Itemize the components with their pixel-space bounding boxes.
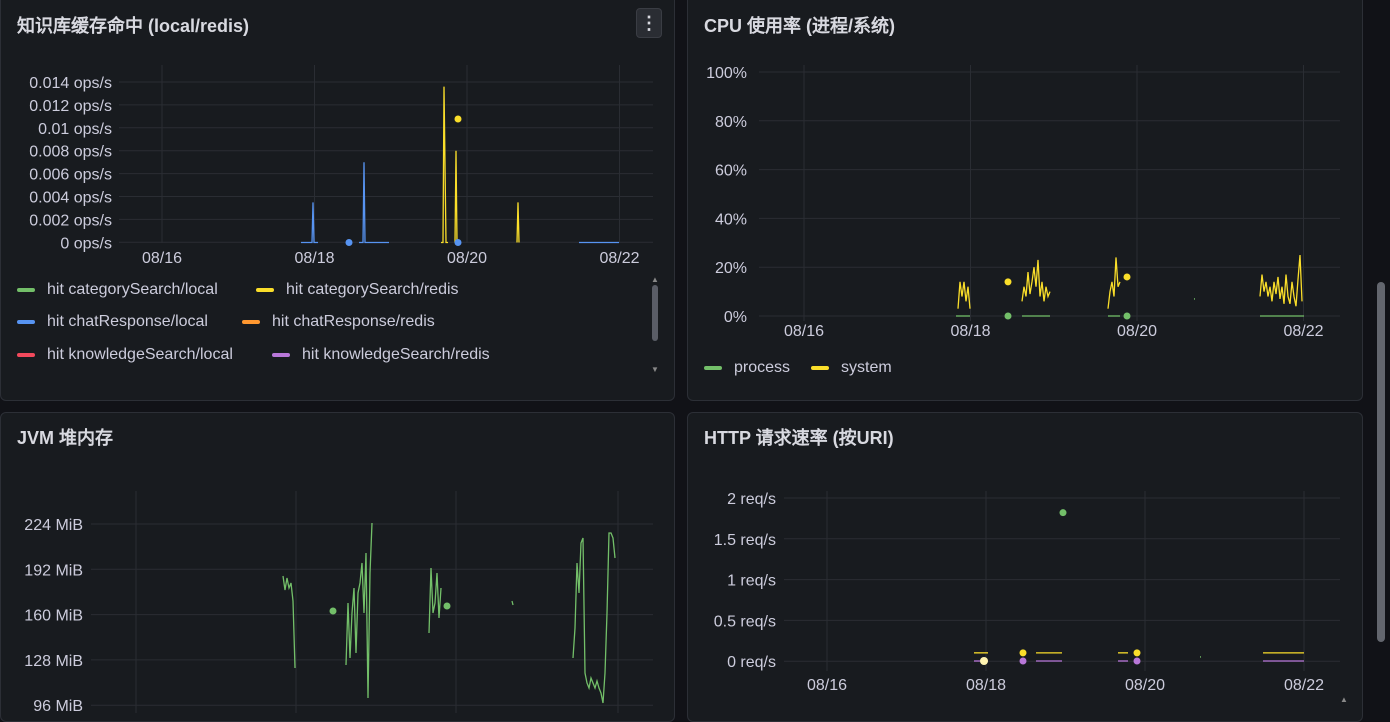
data-point: [1019, 649, 1027, 657]
data-point: [345, 239, 353, 246]
scroll-up-icon[interactable]: ▲: [1340, 695, 1348, 704]
scroll-thumb[interactable]: [652, 285, 658, 341]
y-tick-label: 0.006 ops/s: [29, 167, 112, 184]
page-scrollbar[interactable]: [1377, 282, 1385, 642]
series-line: [345, 522, 373, 699]
y-tick-label: 224 MiB: [24, 517, 83, 534]
y-tick-label: 0.5 req/s: [714, 613, 776, 630]
x-tick-label: 08/20: [1117, 323, 1157, 340]
y-tick-label: 1 req/s: [727, 573, 776, 590]
series-line: [428, 567, 442, 634]
series-line: [1107, 257, 1121, 309]
x-tick-label: 08/22: [1284, 677, 1324, 694]
series-line: [282, 575, 296, 669]
legend-label: process: [734, 359, 791, 376]
x-tick-label: 08/16: [142, 250, 182, 267]
legend-item[interactable]: hit chatResponse/local: [17, 313, 208, 331]
x-tick-label: 08/18: [950, 323, 990, 340]
y-tick-label: 0%: [724, 309, 747, 326]
legend-label: hit chatResponse/local: [47, 313, 208, 330]
legend-label: hit chatResponse/redis: [272, 313, 435, 330]
data-point: [1019, 657, 1027, 665]
series-line: [301, 202, 318, 244]
x-tick-label: 08/18: [966, 677, 1006, 694]
cpu-chart[interactable]: 100% 80% 60% 40% 20% 0% 08/16 08/18 08/20 08/22: [688, 53, 1363, 353]
panel-jvm-heap: JVM 堆内存 224 MiB 192 MiB 160 MiB 128 MiB 96 M…: [0, 412, 675, 722]
x-tick-label: 08/22: [1283, 323, 1323, 340]
data-point: [329, 607, 337, 615]
series-line: [516, 202, 520, 243]
y-tick-label: 0.01 ops/s: [38, 121, 112, 138]
y-tick-label: 0.012 ops/s: [29, 98, 112, 115]
y-tick-label: 0.004 ops/s: [29, 190, 112, 207]
series-line: [957, 281, 971, 309]
legend-label: hit categorySearch/redis: [286, 281, 459, 298]
legend-label: hit knowledgeSearch/redis: [302, 346, 490, 363]
cpu-legend: process system: [704, 359, 1104, 383]
series-line: [1259, 254, 1303, 307]
legend-label: hit categorySearch/local: [47, 281, 218, 298]
y-tick-label: 96 MiB: [33, 698, 83, 713]
x-tick-label: 08/16: [784, 323, 824, 340]
jvm-chart[interactable]: 224 MiB 192 MiB 160 MiB 128 MiB 96 MiB: [1, 413, 675, 713]
data-point: [1133, 649, 1141, 657]
data-point: [454, 239, 462, 246]
y-tick-label: 100%: [706, 65, 747, 82]
data-point: [980, 657, 988, 665]
x-tick-label: 08/16: [807, 677, 847, 694]
y-tick-label: 20%: [715, 260, 747, 277]
data-point: [454, 115, 462, 123]
y-tick-label: 0.014 ops/s: [29, 75, 112, 92]
x-tick-label: 08/18: [294, 250, 334, 267]
legend-item[interactable]: system: [811, 359, 892, 377]
legend-label: system: [841, 359, 892, 376]
x-tick-label: 08/20: [447, 250, 487, 267]
y-tick-label: 40%: [715, 211, 747, 228]
data-point: [1004, 278, 1012, 286]
y-tick-label: 2 req/s: [727, 491, 776, 508]
y-tick-label: 60%: [715, 163, 747, 180]
scroll-up-icon[interactable]: ▲: [651, 275, 659, 284]
x-tick-label: 08/20: [1125, 677, 1165, 694]
legend-item[interactable]: hit knowledgeSearch/local: [17, 346, 233, 364]
scroll-down-icon[interactable]: ▼: [651, 365, 659, 374]
data-point: [1059, 509, 1067, 517]
panel-title: CPU 使用率 (进程/系统): [704, 16, 895, 36]
y-tick-label: 80%: [715, 114, 747, 131]
data-point: [1133, 657, 1141, 665]
panel-cpu-usage: CPU 使用率 (进程/系统) 100% 80% 60% 40% 20% 0% 08/16 0…: [687, 0, 1363, 401]
panel-http-rate: HTTP 请求速率 (按URI) 2 req/s 1.5 req/s 1 req/s…: [687, 412, 1363, 722]
legend-scrollbar[interactable]: ▲ ▼: [651, 275, 659, 379]
series-line: [572, 532, 616, 704]
data-point: [1123, 273, 1131, 281]
series-line: [359, 162, 389, 244]
y-tick-label: 0 req/s: [727, 654, 776, 671]
y-tick-label: 128 MiB: [24, 653, 83, 670]
series-line: [511, 600, 514, 606]
legend-label: hit knowledgeSearch/local: [47, 346, 233, 363]
y-tick-label: 0 ops/s: [60, 235, 112, 252]
legend-item[interactable]: process: [704, 359, 790, 377]
legend-item[interactable]: hit categorySearch/redis: [256, 281, 459, 299]
panel-cache-hits: 知识库缓存命中 (local/redis) ⋮ 0.014 ops/s 0.012…: [0, 0, 675, 401]
http-chart[interactable]: 2 req/s 1.5 req/s 1 req/s 0.5 req/s 0 req/s 0…: [688, 413, 1363, 713]
cache-legend: hit categorySearch/local hit categorySea…: [17, 281, 647, 391]
y-tick-label: 192 MiB: [24, 562, 83, 579]
data-point: [1004, 312, 1012, 320]
y-tick-label: 1.5 req/s: [714, 532, 776, 549]
series-line: [1021, 259, 1051, 302]
legend-item[interactable]: hit chatResponse/redis: [242, 313, 435, 331]
x-tick-label: 08/22: [599, 250, 639, 267]
y-tick-label: 0.008 ops/s: [29, 144, 112, 161]
y-tick-label: 0.002 ops/s: [29, 212, 112, 229]
y-tick-label: 160 MiB: [24, 608, 83, 625]
legend-item[interactable]: hit knowledgeSearch/redis: [272, 346, 490, 364]
data-point: [1123, 312, 1131, 320]
data-point: [443, 602, 451, 610]
panel-menu-button[interactable]: ⋮: [636, 8, 662, 38]
legend-item[interactable]: hit categorySearch/local: [17, 281, 218, 299]
panel-title: 知识库缓存命中 (local/redis): [17, 16, 250, 36]
